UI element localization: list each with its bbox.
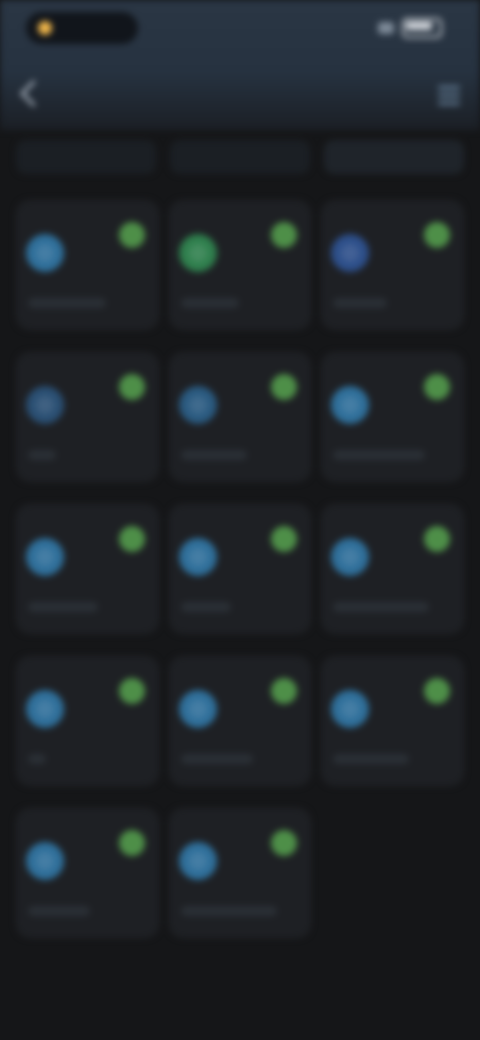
online-status-icon (271, 678, 298, 704)
grid-tile[interactable] (321, 200, 464, 330)
app-dot-icon (38, 21, 52, 35)
menu-button[interactable] (430, 82, 460, 108)
back-arrow-icon (19, 79, 47, 107)
device-grid (16, 200, 464, 938)
grid-tile[interactable] (168, 808, 312, 938)
avatar (178, 234, 217, 272)
grid-tile[interactable] (321, 656, 464, 786)
tile-name-placeholder (333, 754, 410, 764)
device-icon (341, 548, 360, 566)
filter-chip-2[interactable] (170, 140, 310, 174)
avatar (26, 690, 64, 728)
online-status-icon (424, 526, 450, 552)
tile-name-placeholder (28, 298, 106, 308)
tile-name-placeholder (28, 602, 98, 612)
menu-line (438, 101, 460, 105)
filter-row (16, 140, 464, 174)
tile-name-placeholder (180, 754, 253, 764)
status-bar (0, 0, 480, 60)
filter-chip-1[interactable] (16, 140, 156, 174)
tile-name-placeholder (180, 450, 247, 460)
avatar (331, 690, 370, 728)
device-icon (188, 548, 207, 566)
app-pill[interactable] (26, 12, 138, 44)
online-status-icon (118, 222, 145, 248)
online-status-icon (424, 374, 450, 400)
device-icon (341, 396, 360, 414)
grid-tile[interactable] (168, 504, 312, 634)
grid-tile[interactable] (16, 200, 159, 330)
tile-name-placeholder (28, 450, 56, 460)
online-status-icon (271, 222, 298, 248)
avatar (26, 538, 64, 576)
online-status-icon (118, 374, 145, 400)
filter-chip-3[interactable] (324, 140, 464, 174)
grid-tile[interactable] (321, 504, 464, 634)
online-status-icon (271, 830, 298, 856)
grid-tile[interactable] (168, 352, 312, 482)
avatar (331, 386, 370, 424)
device-icon (188, 700, 207, 718)
avatar (178, 538, 217, 576)
menu-line (438, 93, 460, 97)
grid-tile[interactable] (16, 656, 159, 786)
avatar (178, 386, 217, 424)
device-icon (36, 396, 54, 414)
wifi-icon (378, 22, 394, 34)
online-status-icon (424, 678, 450, 704)
back-button[interactable] (16, 79, 50, 107)
tile-name-placeholder (333, 602, 430, 612)
grid-tile[interactable] (321, 352, 464, 482)
tile-name-placeholder (333, 450, 426, 460)
app-root (0, 0, 480, 1040)
grid-tile[interactable] (16, 808, 159, 938)
tile-name-placeholder (180, 298, 239, 308)
tile-name-placeholder (180, 906, 277, 916)
device-icon (36, 852, 54, 870)
tile-name-placeholder (28, 754, 46, 764)
device-icon (36, 244, 54, 262)
grid-tile[interactable] (168, 656, 312, 786)
grid-tile[interactable] (16, 504, 159, 634)
online-status-icon (118, 830, 145, 856)
device-icon (341, 700, 360, 718)
avatar (26, 386, 64, 424)
device-icon (188, 396, 207, 414)
app-bar (0, 62, 480, 122)
avatar (178, 842, 217, 880)
online-status-icon (424, 222, 450, 248)
right-status-group (378, 18, 450, 38)
battery-icon (402, 18, 442, 38)
avatar (26, 842, 64, 880)
device-icon (36, 700, 54, 718)
battery-fill (406, 22, 432, 30)
device-icon (188, 852, 207, 870)
tile-name-placeholder (28, 906, 90, 916)
device-icon (36, 548, 54, 566)
avatar (331, 234, 370, 272)
device-icon (188, 244, 207, 262)
grid-tile[interactable] (168, 200, 312, 330)
online-status-icon (271, 526, 298, 552)
tile-name-placeholder (180, 602, 231, 612)
avatar (178, 690, 217, 728)
menu-line (438, 85, 460, 89)
tile-name-placeholder (333, 298, 388, 308)
avatar (26, 234, 64, 272)
online-status-icon (118, 526, 145, 552)
grid-tile[interactable] (16, 352, 159, 482)
avatar (331, 538, 370, 576)
online-status-icon (271, 374, 298, 400)
device-icon (341, 244, 360, 262)
online-status-icon (118, 678, 145, 704)
